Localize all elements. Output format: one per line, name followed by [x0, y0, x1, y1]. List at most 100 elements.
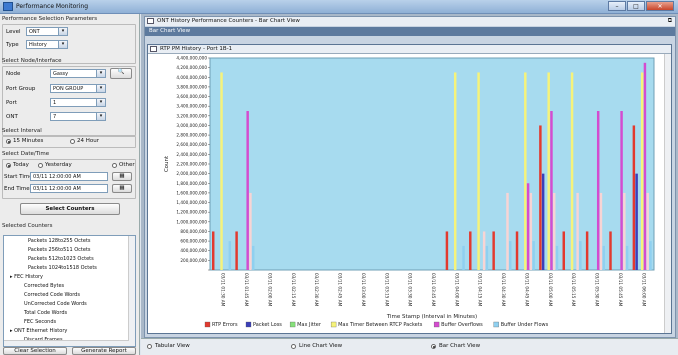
y-tick-label: 2,800,000,000: [176, 133, 207, 138]
bar: [469, 231, 472, 270]
bar: [506, 192, 509, 270]
x-tick-label: 03/11 03:45 AM: [431, 273, 436, 307]
bar: [515, 231, 519, 270]
x-tick-label: 03/11 03:15 AM: [384, 273, 389, 307]
x-axis-label: Time Stamp (Interval in Minutes): [386, 314, 477, 320]
x-tick-label: 03/11 06:00 AM: [641, 273, 646, 307]
bar: [552, 192, 556, 270]
view-selector: Tabular View Line Chart View Bar Chart V…: [141, 338, 678, 355]
bar: [249, 192, 252, 270]
x-tick-label: 03/11 04:00 AM: [454, 273, 459, 307]
y-tick-label: 2,200,000,000: [176, 162, 207, 167]
bar: [453, 72, 457, 270]
bar: [532, 241, 535, 270]
x-tick-label: 03/11 02:30 AM: [314, 273, 319, 307]
x-tick-label: 03/11 01:45 AM: [244, 273, 249, 307]
x-tick-label: 03/11 03:30 AM: [408, 273, 413, 307]
legend-label: Buffer Under Flows: [501, 322, 549, 328]
bar: [509, 241, 512, 270]
bar: [596, 111, 600, 270]
bar: [547, 72, 550, 270]
tabular-view-radio[interactable]: [147, 344, 152, 349]
x-tick-label: 03/11 02:15 AM: [291, 273, 296, 307]
bar: [526, 183, 530, 270]
bar-chart: 4,400,000,000 4,200,000,000 4,000,000,000 3…: [164, 56, 655, 328]
y-tick-label: 1,400,000,000: [176, 200, 207, 205]
bar: [550, 111, 553, 270]
y-tick-label: 3,600,000,000: [176, 94, 207, 99]
y-tick-label: 1,200,000,000: [176, 210, 207, 215]
x-tick-label: 03/11 01:30 AM: [221, 273, 226, 307]
bar: [599, 192, 603, 270]
legend-label: Max Timer Between RTCP Packets: [338, 322, 423, 328]
y-tick-label: 600,000,000: [180, 239, 207, 244]
x-tick-label: 03/11 04:15 AM: [478, 273, 483, 307]
bar: [246, 111, 249, 270]
bar: [585, 231, 589, 270]
legend-swatch: [433, 321, 440, 328]
bar: [640, 72, 644, 270]
bar: [529, 192, 533, 270]
y-tick-label: 4,200,000,000: [176, 65, 207, 70]
legend-label: Buffer Overflows: [441, 322, 483, 328]
y-tick-label: 800,000,000: [180, 229, 207, 234]
tabular-view-label: Tabular View: [155, 343, 190, 349]
bar: [485, 245, 489, 270]
legend-swatch: [330, 321, 337, 328]
legend-swatch: [493, 321, 499, 328]
legend-swatch: [289, 321, 296, 328]
bar: [445, 231, 449, 270]
bar: [602, 245, 605, 270]
y-tick-label: 3,400,000,000: [176, 104, 207, 109]
bar: [212, 231, 215, 270]
bar: [649, 241, 652, 270]
bar: [524, 72, 527, 270]
x-tick-label: 03/11 04:30 AM: [501, 273, 506, 307]
bar: [609, 231, 612, 270]
x-tick-label: 03/11 05:30 AM: [595, 273, 600, 307]
bar: [220, 72, 223, 270]
x-tick-label: 03/11 04:45 AM: [524, 273, 529, 307]
bar: [235, 231, 238, 270]
y-tick-label: 3,800,000,000: [176, 84, 207, 89]
line-chart-view-radio[interactable]: [291, 344, 296, 349]
x-tick-label: 03/11 05:45 AM: [618, 273, 623, 307]
y-tick-label: 4,400,000,000: [176, 56, 207, 61]
y-tick-label: 1,600,000,000: [176, 190, 207, 195]
y-tick-label: 3,200,000,000: [176, 113, 207, 118]
bar: [482, 231, 486, 270]
y-tick-label: 1,000,000,000: [176, 219, 207, 224]
legend-label: Max Jitter: [297, 322, 322, 328]
legend-label: Packet Loss: [253, 322, 282, 328]
bar: [251, 245, 255, 270]
bar: [228, 241, 232, 270]
bar: [620, 111, 623, 270]
y-tick-label: 1,800,000,000: [176, 181, 207, 186]
y-tick-label: 400,000,000: [180, 248, 207, 253]
legend-label: RTP Errors: [212, 322, 238, 328]
y-tick-label: 200,000,000: [180, 258, 207, 263]
bar: [562, 231, 565, 270]
x-tick-label: 03/11 02:00 AM: [267, 273, 272, 307]
bar: [541, 173, 545, 270]
bar: [477, 72, 480, 270]
bar: [570, 72, 574, 270]
x-tick-label: 03/11 05:15 AM: [571, 273, 576, 307]
bar: [623, 192, 626, 270]
bar: [462, 245, 465, 270]
bar: [579, 241, 582, 270]
x-tick-label: 03/11 03:00 AM: [361, 273, 366, 307]
y-tick-label: 4,000,000,000: [176, 75, 207, 80]
bar-chart-view-radio[interactable]: [431, 344, 436, 349]
y-axis-label: Count: [164, 155, 170, 172]
bar: [555, 245, 559, 270]
x-tick-label: 03/11 05:00 AM: [548, 273, 553, 307]
y-tick-label: 3,000,000,000: [176, 123, 207, 128]
legend-swatch: [204, 321, 211, 328]
bar: [646, 192, 649, 270]
line-chart-view-label: Line Chart View: [299, 343, 343, 349]
bar: [643, 62, 647, 271]
bar: [492, 231, 495, 270]
y-tick-label: 2,400,000,000: [176, 152, 207, 157]
bar: [539, 125, 542, 270]
